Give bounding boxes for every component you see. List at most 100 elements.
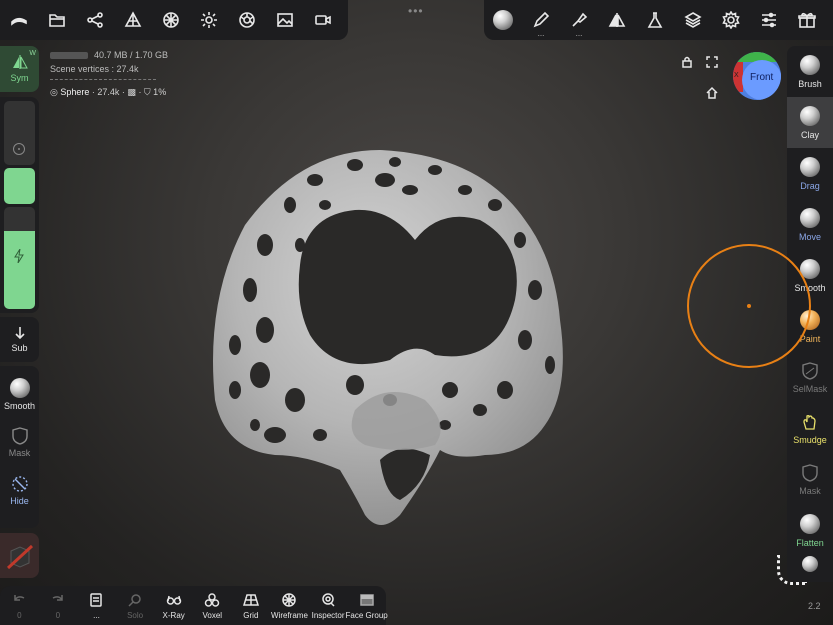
- tool-clay[interactable]: Clay: [787, 97, 833, 148]
- inspector-icon: [322, 592, 335, 607]
- redo-button[interactable]: 0: [39, 586, 78, 625]
- matcap-button[interactable]: [484, 0, 522, 40]
- tool-flatten[interactable]: Flatten: [787, 505, 833, 556]
- more-dots: ...: [575, 29, 583, 38]
- lock-icon[interactable]: [680, 55, 694, 69]
- bottom-toolbar: 0 0 ... Solo X-Ray Voxel Grid Wireframe …: [0, 586, 388, 625]
- tool-smudge[interactable]: Smudge: [787, 403, 833, 454]
- top-toolbar-left: [0, 0, 348, 40]
- arrow-down-icon: [14, 327, 25, 340]
- scene-hierarchy-icon: [11, 17, 27, 26]
- light-button[interactable]: [190, 0, 228, 40]
- grid-label: Grid: [243, 610, 259, 620]
- redo-count: 0: [55, 610, 61, 620]
- version-label: 2.2: [808, 601, 821, 611]
- voxel-button[interactable]: Voxel: [193, 586, 232, 625]
- solo-button[interactable]: Solo: [116, 586, 155, 625]
- gift-icon: [798, 12, 816, 28]
- stroke-icon: [572, 12, 588, 27]
- post-process-button[interactable]: [228, 0, 266, 40]
- files-button[interactable]: [38, 0, 76, 40]
- quick-smooth-tool[interactable]: Smooth: [0, 370, 39, 418]
- face-group-icon: [359, 593, 374, 606]
- tool-selmask[interactable]: SelMask: [787, 352, 833, 403]
- orientation-gizmo[interactable]: X Front: [733, 52, 781, 100]
- tool-brush[interactable]: Brush: [787, 46, 833, 97]
- flask-button[interactable]: [636, 0, 674, 40]
- sliders-button[interactable]: [750, 0, 788, 40]
- menu-label: ...: [93, 610, 100, 620]
- gizmo-face-label: Front: [750, 72, 774, 83]
- mask-icon: [802, 463, 818, 482]
- gift-button[interactable]: [788, 0, 826, 40]
- tool-drag[interactable]: Drag: [787, 148, 833, 199]
- scene-vertices: Scene vertices : 27.4k: [50, 64, 139, 74]
- scene-info: 40.7 MB / 1.70 GB Scene vertices : 27.4k…: [50, 48, 168, 99]
- undo-button[interactable]: 0: [0, 586, 39, 625]
- light-icon: [201, 12, 217, 28]
- redo-icon: [52, 594, 63, 601]
- inspector-button[interactable]: Inspector: [309, 586, 348, 625]
- object-line[interactable]: ◎ Sphere · 27.4k · ▩ · ⛉ 1%: [50, 85, 168, 99]
- material-button[interactable]: [152, 0, 190, 40]
- menu-button[interactable]: ...: [77, 586, 116, 625]
- wireframe-button[interactable]: Wireframe: [270, 586, 309, 625]
- quick-mask-label: Mask: [8, 447, 31, 458]
- intensity-slider-fill[interactable]: [4, 231, 35, 309]
- sculpt-model[interactable]: [205, 150, 575, 530]
- symmetry-icon: [12, 55, 28, 69]
- face-group-button[interactable]: Face Group: [346, 586, 388, 625]
- move-icon: [800, 207, 820, 228]
- background-image-button[interactable]: [266, 0, 304, 40]
- pen-button[interactable]: ...: [522, 0, 560, 40]
- camera-reset-button[interactable]: [0, 533, 39, 578]
- undo-count: 0: [17, 610, 22, 620]
- subdivide-button[interactable]: Sub: [0, 317, 39, 362]
- fullscreen-icon[interactable]: [705, 55, 719, 69]
- selmask-icon: [802, 361, 818, 380]
- tool-label: Flatten: [796, 537, 824, 548]
- memory-bar: [50, 52, 88, 59]
- brush-center-dot: [747, 304, 751, 308]
- folder-icon: [49, 14, 65, 27]
- flatten-icon: [800, 513, 820, 534]
- radius-slider[interactable]: [4, 101, 35, 165]
- drag-handle[interactable]: •••: [408, 4, 424, 18]
- inspector-label: Inspector: [311, 610, 345, 620]
- quick-mask-tool[interactable]: Mask: [0, 418, 39, 466]
- settings-icon: [722, 11, 740, 29]
- tool-mask[interactable]: Mask: [787, 454, 833, 505]
- quick-hide-tool[interactable]: Hide: [0, 466, 39, 514]
- document-icon: [90, 592, 103, 607]
- home-icon[interactable]: [705, 86, 719, 100]
- grid-icon: [242, 593, 259, 606]
- pyramid-icon: [124, 11, 142, 27]
- lasso-handle[interactable]: [777, 555, 807, 585]
- tool-label: Drag: [800, 180, 820, 191]
- camera-button[interactable]: [304, 0, 342, 40]
- lightning-icon: [14, 249, 24, 263]
- tool-label: Mask: [799, 485, 821, 496]
- xray-button[interactable]: X-Ray: [154, 586, 193, 625]
- symmetry-toggle[interactable]: W Sym: [0, 46, 39, 92]
- intensity-slider[interactable]: [4, 207, 35, 231]
- grid-button[interactable]: Grid: [232, 586, 271, 625]
- quick-tools: Smooth Mask Hide: [0, 366, 39, 528]
- eye-hole: [298, 209, 517, 365]
- share-button[interactable]: [76, 0, 114, 40]
- stroke-button[interactable]: ...: [560, 0, 598, 40]
- world-tag: W: [29, 50, 36, 57]
- tool-move[interactable]: Move: [787, 199, 833, 250]
- symmetry-button[interactable]: [598, 0, 636, 40]
- wireframe-label: Wireframe: [271, 610, 308, 620]
- pen-icon: [533, 11, 550, 28]
- settings-button[interactable]: [712, 0, 750, 40]
- sliders-icon: [762, 12, 776, 28]
- radius-slider-fill[interactable]: [4, 168, 35, 204]
- wireframe-icon: [282, 592, 297, 607]
- post-process-icon: [239, 12, 255, 28]
- scene-hierarchy-button[interactable]: [0, 0, 38, 40]
- symmetry-icon: [608, 13, 626, 27]
- primitives-button[interactable]: [114, 0, 152, 40]
- layers-button[interactable]: [674, 0, 712, 40]
